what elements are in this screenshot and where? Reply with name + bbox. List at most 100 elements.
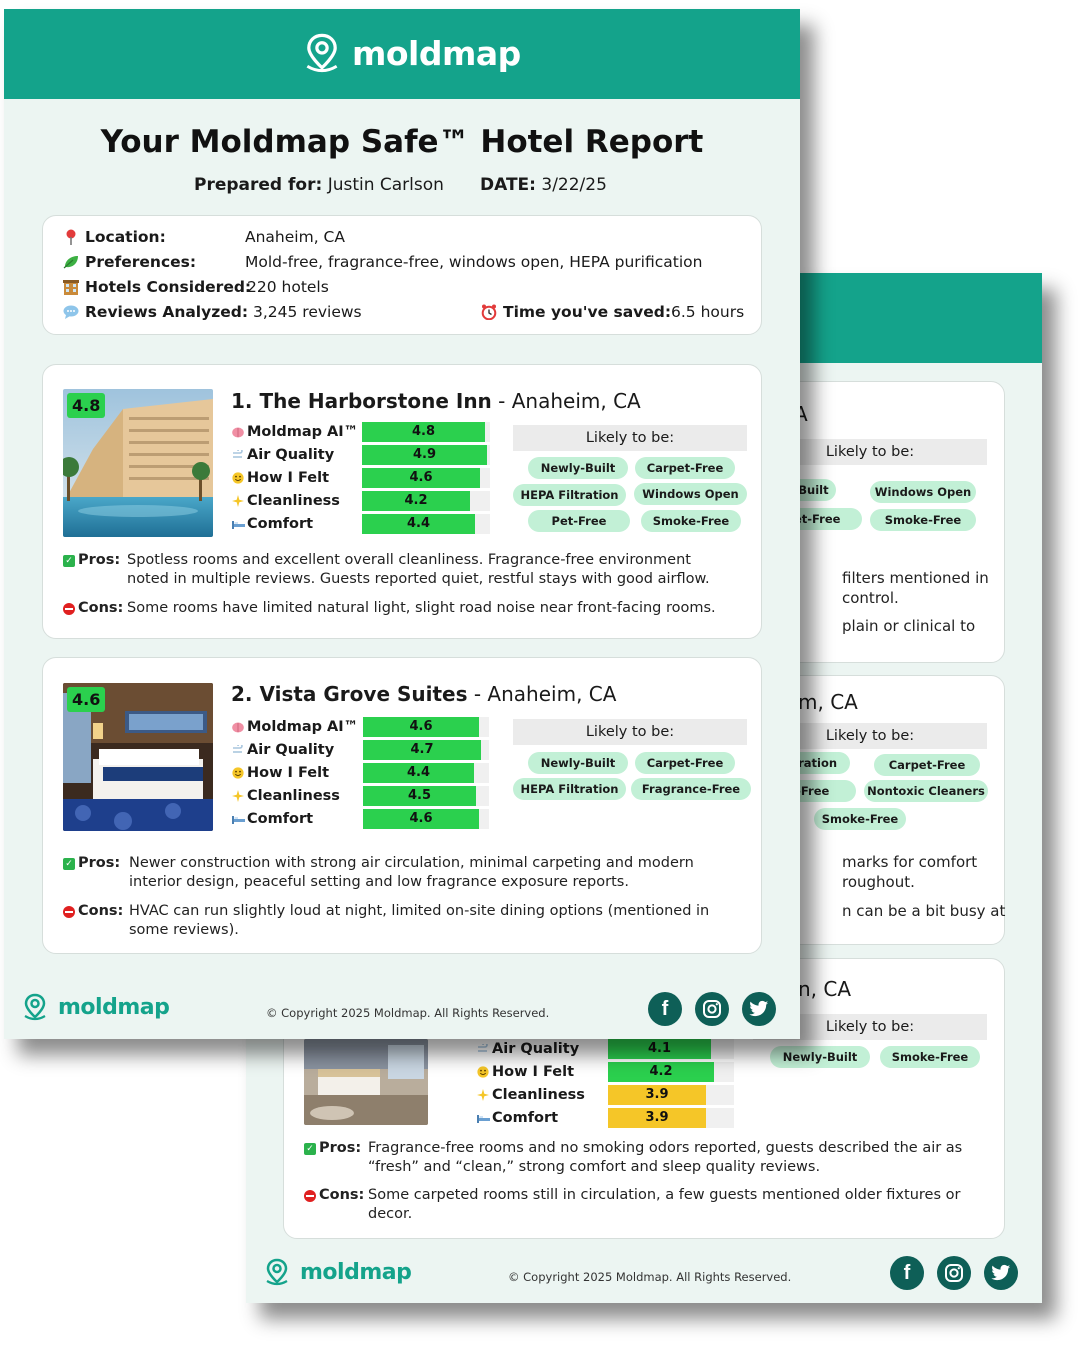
report-title: Your Moldmap Safe™ Hotel Report bbox=[100, 124, 704, 160]
score-bar-track: 4.4 bbox=[363, 763, 489, 783]
air-icon bbox=[229, 745, 247, 755]
score-bar-value: 4.2 bbox=[649, 1064, 673, 1079]
summary-location: Location: Anaheim, CA bbox=[61, 228, 741, 246]
back-pros-line: “fresh” and “clean,” strong comfort and … bbox=[368, 1159, 821, 1175]
check-icon: ✓ bbox=[63, 857, 75, 870]
back-tag: Nontoxic Cleaners bbox=[864, 780, 988, 802]
prepared-for: Prepared for: Justin Carlson bbox=[194, 175, 444, 195]
hotels-value: 220 hotels bbox=[247, 278, 329, 296]
pros-line: noted in multiple reviews. Guests report… bbox=[127, 571, 710, 587]
time-saved-value: 6.5 hours bbox=[671, 303, 745, 321]
metric-row: Air Quality 4.1 bbox=[474, 1038, 774, 1060]
sparkle-icon bbox=[229, 495, 247, 507]
score-bar-value: 4.6 bbox=[409, 811, 433, 826]
metric-row: Moldmap AI™ 4.8 bbox=[229, 421, 529, 443]
score-bar-track: 4.6 bbox=[363, 717, 489, 737]
brain-icon bbox=[229, 427, 247, 438]
metric-label: Air Quality bbox=[492, 1041, 580, 1057]
back-cons-text: plain or clinical to bbox=[842, 617, 976, 635]
back-pros-text: filters mentioned in bbox=[842, 569, 989, 587]
pros-line: Spotless rooms and excellent overall cle… bbox=[127, 552, 691, 568]
summary-card: Location: Anaheim, CA Preferences: Mold-… bbox=[42, 215, 762, 335]
metric-label: Air Quality bbox=[247, 447, 335, 463]
smile-icon bbox=[229, 472, 247, 484]
hotel-2-cons: Cons: HVAC can run slightly loud at nigh… bbox=[63, 902, 753, 942]
pros-line: interior design, peaceful setting and lo… bbox=[129, 874, 629, 890]
alarm-clock-icon bbox=[479, 304, 499, 320]
twitter-icon[interactable] bbox=[984, 1256, 1018, 1290]
metric-row: Comfort 4.4 bbox=[229, 513, 529, 535]
hotel-card-1: 4.8 1. The Harborstone Inn - Anaheim, CA… bbox=[42, 364, 762, 639]
hotel-1-cons: Cons: Some rooms have limited natural li… bbox=[63, 599, 753, 621]
cons-line: Some rooms have limited natural light, s… bbox=[127, 600, 716, 616]
summary-hotels: Hotels Considered: 220 hotels bbox=[61, 278, 741, 296]
back-tag: Smoke-Free bbox=[880, 1046, 980, 1068]
bed-icon bbox=[474, 1113, 492, 1123]
metric-label: How I Felt bbox=[247, 765, 330, 781]
metric-row: How I Felt 4.2 bbox=[474, 1061, 774, 1083]
preferences-value: Mold-free, fragrance-free, windows open,… bbox=[245, 253, 703, 271]
hotel-2-tag: HEPA Filtration bbox=[513, 778, 626, 800]
hotel-2-score-badge: 4.6 bbox=[67, 687, 106, 712]
twitter-icon[interactable] bbox=[742, 992, 776, 1026]
metric-row: Comfort 4.6 bbox=[229, 808, 529, 830]
back-cons-line: Some carpeted rooms still in circulation… bbox=[368, 1187, 961, 1203]
hotel-1-tag: HEPA Filtration bbox=[513, 484, 626, 506]
back-hotel-3-location: n, CA bbox=[798, 977, 852, 1001]
hotel-1-tag: Smoke-Free bbox=[641, 510, 741, 532]
score-bar-value: 4.7 bbox=[410, 742, 434, 757]
summary-preferences: Preferences: Mold-free, fragrance-free, … bbox=[61, 253, 741, 271]
metric-row: Air Quality 4.7 bbox=[229, 739, 529, 761]
pros-label: ✓ Pros: bbox=[63, 551, 120, 570]
score-bar-track: 4.2 bbox=[362, 491, 490, 511]
pin-icon bbox=[61, 229, 81, 245]
metric-label: Comfort bbox=[492, 1110, 559, 1126]
prepared-for-name: Justin Carlson bbox=[327, 175, 444, 195]
back-hotel-3-photo bbox=[304, 1039, 428, 1125]
sparkle-icon bbox=[474, 1089, 492, 1101]
cons-line: some reviews). bbox=[129, 922, 239, 938]
metric-row: How I Felt 4.4 bbox=[229, 762, 529, 784]
score-bar-value: 4.1 bbox=[647, 1041, 672, 1056]
back-pros-line: Fragrance-free rooms and no smoking odor… bbox=[368, 1140, 963, 1156]
no-entry-icon bbox=[304, 1189, 316, 1202]
hotel-1-title: 1. The Harborstone Inn - Anaheim, CA bbox=[231, 389, 641, 413]
bed-icon bbox=[229, 519, 247, 529]
map-pin-logo-icon bbox=[24, 993, 46, 1021]
back-pros-text: marks for comfort bbox=[842, 853, 978, 871]
hotel-icon bbox=[61, 279, 81, 295]
score-bar-track: 4.9 bbox=[362, 445, 490, 465]
instagram-icon[interactable] bbox=[937, 1256, 971, 1290]
hotel-2-tag: Carpet-Free bbox=[635, 752, 735, 774]
back-tag: Newly-Built bbox=[770, 1046, 870, 1068]
metric-label: Cleanliness bbox=[247, 493, 340, 509]
metric-label: Moldmap AI™ bbox=[247, 424, 359, 440]
facebook-icon[interactable]: f bbox=[648, 992, 682, 1026]
map-pin-logo-icon bbox=[266, 1258, 288, 1286]
score-bar-value: 3.9 bbox=[645, 1110, 669, 1125]
map-pin-logo-icon bbox=[306, 33, 338, 73]
score-bar-track: 4.4 bbox=[362, 514, 490, 534]
cons-line: HVAC can run slightly loud at night, lim… bbox=[129, 903, 710, 919]
score-bar-track: 4.7 bbox=[363, 740, 489, 760]
air-icon bbox=[229, 450, 247, 460]
score-bar-track: 4.5 bbox=[363, 786, 489, 806]
score-bar-value: 4.4 bbox=[406, 765, 431, 780]
score-bar-track: 3.9 bbox=[608, 1108, 734, 1128]
no-entry-icon bbox=[63, 602, 75, 615]
score-bar-value: 4.6 bbox=[409, 719, 433, 734]
air-icon bbox=[474, 1044, 492, 1054]
score-bar-value: 4.6 bbox=[409, 470, 433, 485]
report-date: DATE: 3/22/25 bbox=[480, 175, 607, 195]
metric-row: Cleanliness 4.5 bbox=[229, 785, 529, 807]
back-pros-text: roughout. bbox=[842, 873, 915, 891]
metric-row: Moldmap AI™ 4.6 bbox=[229, 716, 529, 738]
back-pros-label: ✓ Pros: bbox=[304, 1139, 361, 1158]
score-bar-value: 3.9 bbox=[645, 1087, 669, 1102]
hotel-1-pros: ✓ Pros: Spotless rooms and excellent over… bbox=[63, 551, 753, 591]
metric-row: How I Felt 4.6 bbox=[229, 467, 529, 489]
instagram-icon[interactable] bbox=[695, 992, 729, 1026]
hotel-1-likely-label: Likely to be: bbox=[513, 425, 747, 451]
pros-line: Newer construction with strong air circu… bbox=[129, 855, 694, 871]
facebook-icon[interactable]: f bbox=[890, 1256, 924, 1290]
